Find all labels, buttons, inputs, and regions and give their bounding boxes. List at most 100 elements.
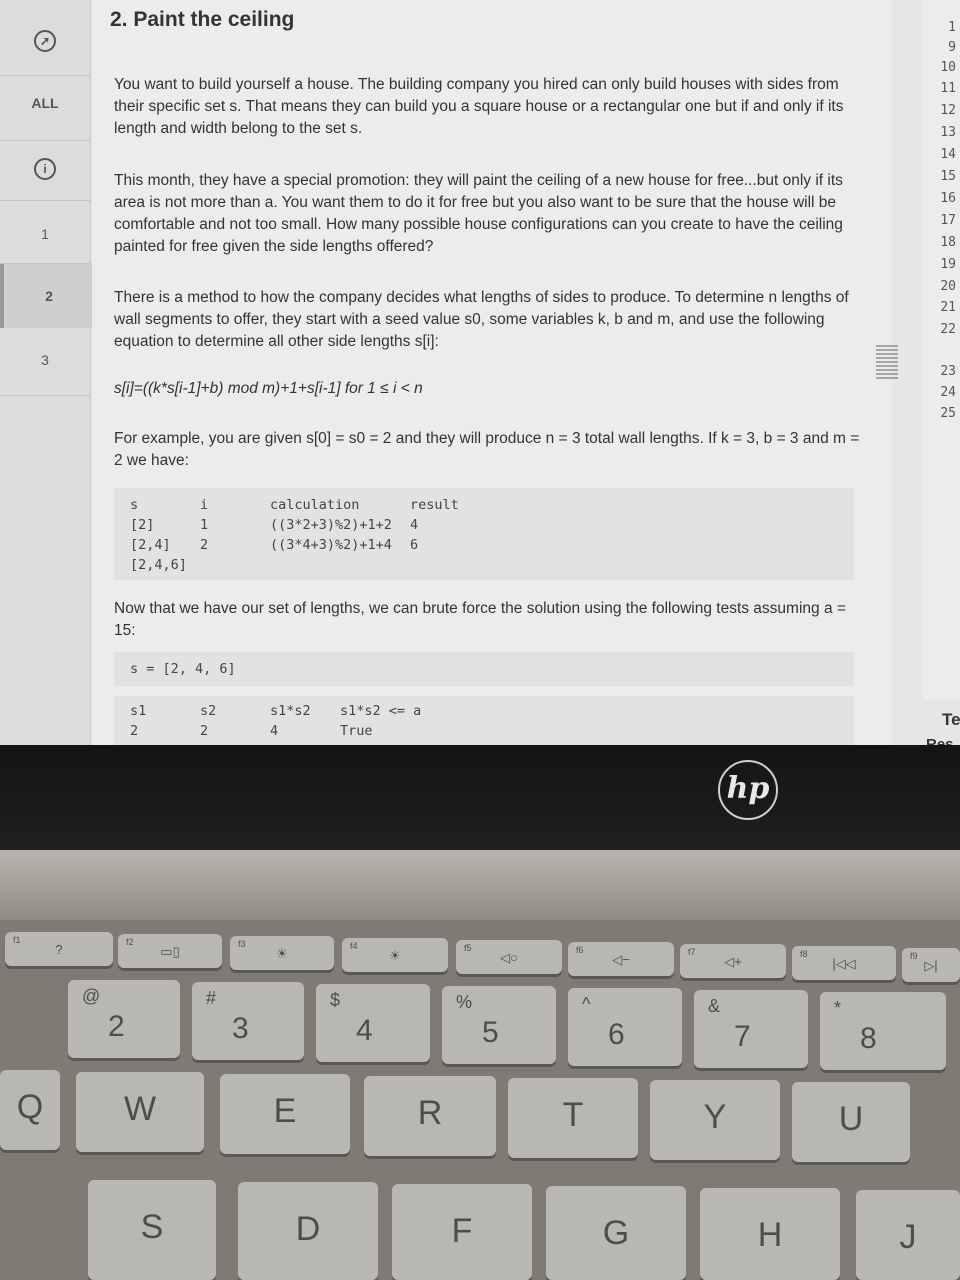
- table-cell: 2: [200, 723, 209, 739]
- laptop-hinge: [0, 850, 960, 920]
- sidebar-item-1[interactable]: 1: [0, 226, 90, 242]
- line-number: 25: [940, 406, 956, 421]
- line-number: 19: [940, 257, 956, 272]
- problem-content: 2. Paint the ceiling You want to build y…: [92, 0, 892, 745]
- sidebar-item-label: 3: [41, 352, 49, 368]
- sidebar-item-info[interactable]: i: [0, 158, 90, 180]
- table-cell: ((3*2+3)%2)+1+2: [270, 517, 392, 533]
- info-icon: i: [34, 158, 56, 180]
- table-header-result: result: [410, 497, 459, 513]
- screen-bezel: [0, 745, 960, 850]
- key-4[interactable]: $ 4: [316, 984, 430, 1062]
- line-number: 23: [940, 364, 956, 379]
- display-switch-icon: ▭▯: [160, 944, 180, 959]
- table-cell: 2: [200, 537, 209, 553]
- key-h[interactable]: H: [700, 1188, 840, 1280]
- key-u[interactable]: U: [792, 1082, 910, 1162]
- line-number: 10: [940, 60, 956, 75]
- volume-down-icon: ◁−: [612, 952, 630, 967]
- key-q[interactable]: Q: [0, 1070, 60, 1150]
- key-f6[interactable]: f6 ◁−: [568, 942, 674, 976]
- compass-icon: ➚: [34, 30, 56, 52]
- line-number: 20: [940, 279, 956, 294]
- key-f[interactable]: F: [392, 1184, 532, 1280]
- table-cell: [2]: [130, 517, 155, 533]
- table-header-s2: s2: [200, 703, 217, 719]
- previous-track-icon: |◁◁: [832, 956, 856, 971]
- question-sidebar: ➚ ALL i 1 2 3: [0, 0, 94, 745]
- sidebar-item-compass[interactable]: ➚: [0, 30, 90, 52]
- line-number: 12: [940, 103, 956, 118]
- problem-title: 2. Paint the ceiling: [110, 8, 295, 31]
- line-number: 22: [940, 322, 956, 337]
- paragraph-brute-force: Now that we have our set of lengths, we …: [114, 600, 846, 639]
- line-number: 1: [948, 20, 956, 35]
- volume-up-icon: ◁+: [724, 954, 742, 969]
- key-t[interactable]: T: [508, 1078, 638, 1158]
- line-number: 16: [940, 191, 956, 206]
- table-header-condition: s1*s2 <= a: [340, 703, 422, 719]
- equation: s[i]=((k*s[i-1]+b) mod m)+1+s[i-1] for 1…: [114, 380, 423, 397]
- sidebar-item-3[interactable]: 3: [0, 352, 90, 368]
- line-number: 14: [940, 147, 956, 162]
- key-6[interactable]: ^ 6: [568, 988, 682, 1066]
- key-r[interactable]: R: [364, 1076, 496, 1156]
- key-f3[interactable]: f3 ☀: [230, 936, 334, 970]
- editor-line-gutter: 1 9 10 11 12 13 14 15 16 17 18 19 20 21 …: [922, 0, 960, 700]
- key-d[interactable]: D: [238, 1182, 378, 1280]
- play-pause-icon: ▷|: [924, 958, 938, 973]
- key-f5[interactable]: f5 ◁○: [456, 940, 562, 974]
- table-cell: 4: [410, 517, 419, 533]
- help-icon: ?: [55, 942, 63, 957]
- line-number: 24: [940, 385, 956, 400]
- table-cell: 4: [270, 723, 279, 739]
- panel-resize-handle[interactable]: [876, 345, 898, 381]
- key-w[interactable]: W: [76, 1072, 204, 1152]
- test-results-tab[interactable]: Te: [942, 710, 960, 730]
- key-5[interactable]: % 5: [442, 986, 556, 1064]
- hp-logo: hp: [718, 760, 778, 820]
- table-cell: 6: [410, 537, 419, 553]
- key-s[interactable]: S: [88, 1180, 216, 1280]
- results-label: Res: [926, 736, 954, 745]
- sidebar-item-label: 1: [41, 226, 49, 242]
- key-3[interactable]: # 3: [192, 982, 304, 1060]
- table-cell: [2,4,6]: [130, 557, 187, 573]
- table-header-calculation: calculation: [270, 497, 360, 513]
- code-set-s: s = [2, 4, 6]: [114, 652, 854, 686]
- key-j[interactable]: J: [856, 1190, 960, 1280]
- table-cell: 2: [130, 723, 139, 739]
- key-g[interactable]: G: [546, 1186, 686, 1280]
- example-table: s i calculation result [2] 1 ((3*2+3)%2)…: [114, 488, 854, 580]
- key-f7[interactable]: f7 ◁+: [680, 944, 786, 978]
- key-f4[interactable]: f4 ☀: [342, 938, 448, 972]
- key-f8[interactable]: f8 |◁◁: [792, 946, 896, 980]
- key-7[interactable]: & 7: [694, 990, 808, 1068]
- key-e[interactable]: E: [220, 1074, 350, 1154]
- code-line: s = [2, 4, 6]: [130, 661, 236, 677]
- line-number: 21: [940, 300, 956, 315]
- table-header-product: s1*s2: [270, 703, 311, 719]
- key-y[interactable]: Y: [650, 1080, 780, 1160]
- key-8[interactable]: * 8: [820, 992, 946, 1070]
- key-2[interactable]: @ 2: [68, 980, 180, 1058]
- paragraph-example: For example, you are given s[0] = s0 = 2…: [114, 430, 860, 469]
- sidebar-item-all[interactable]: ALL: [0, 95, 90, 111]
- line-number: 18: [940, 235, 956, 250]
- laptop-screen: ➚ ALL i 1 2 3 2. Paint the ceiling You w…: [0, 0, 960, 745]
- table-cell: True: [340, 723, 373, 739]
- paragraph-intro: You want to build yourself a house. The …: [114, 76, 844, 137]
- table-header-i: i: [200, 497, 209, 513]
- brightness-up-icon: ☀: [389, 948, 401, 963]
- table-header-s: s: [130, 497, 139, 513]
- key-f9[interactable]: f9 ▷|: [902, 948, 960, 982]
- table-cell: [2,4]: [130, 537, 171, 553]
- table-header-s1: s1: [130, 703, 147, 719]
- key-f2[interactable]: f2 ▭▯: [118, 934, 222, 968]
- sidebar-item-label: 2: [45, 288, 53, 304]
- table-cell: 1: [200, 517, 209, 533]
- sidebar-item-2[interactable]: 2: [0, 264, 94, 328]
- key-f1[interactable]: f1 ?: [5, 932, 113, 966]
- paragraph-method: There is a method to how the company dec…: [114, 289, 849, 350]
- brightness-down-icon: ☀: [276, 946, 288, 961]
